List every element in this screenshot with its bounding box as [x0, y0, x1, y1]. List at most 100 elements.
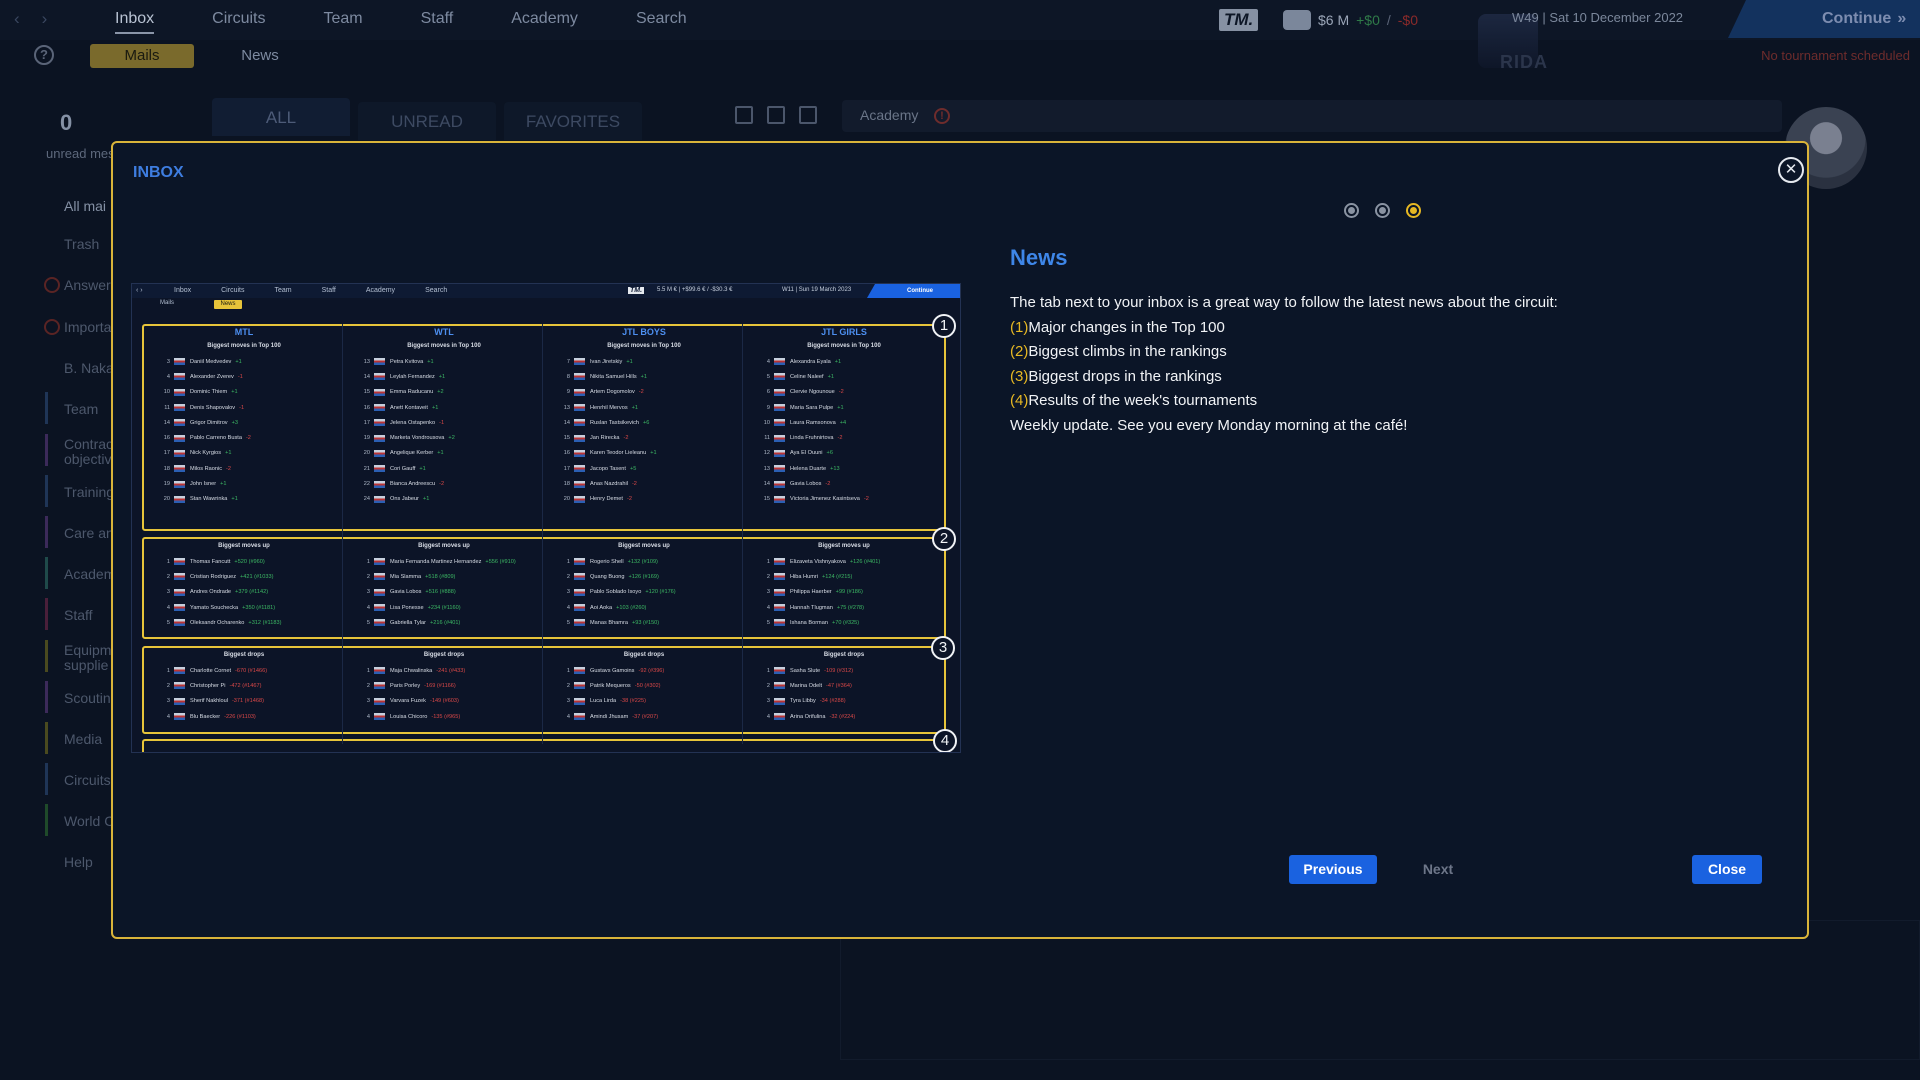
slide-item-3: (3)Biggest drops in the rankings [1010, 365, 1558, 390]
rank-change: +556 (#910) [485, 558, 516, 565]
rank-number: 17 [363, 419, 370, 426]
rank-number: 20 [163, 496, 170, 503]
filter-all[interactable]: ALL [212, 98, 350, 136]
envelope-icon[interactable] [799, 106, 817, 124]
player-name: Gavia Lobos [390, 589, 422, 596]
section-title: Biggest moves up [618, 543, 670, 549]
page-dot-3[interactable] [1406, 203, 1421, 218]
double-chevron-icon: » [1897, 10, 1907, 27]
rank-change: +379 (#1142) [235, 589, 269, 596]
current-date: W49 | Sat 10 December 2022 [1512, 10, 1684, 25]
rank-number: 2 [366, 682, 370, 689]
slide-heading: News [1010, 245, 1068, 270]
ranking-row: 21 Cori Gauff +1 [346, 461, 542, 476]
select-all-checkbox-icon[interactable] [735, 106, 753, 124]
rank-number: 6 [766, 389, 770, 396]
sidebar-item-all-mails[interactable]: All mai [64, 198, 106, 214]
flag-icon [374, 713, 385, 721]
flag-icon [574, 465, 585, 473]
sidebar-item-answer[interactable]: Answer [64, 277, 111, 293]
tab-circuits[interactable]: Circuits [212, 0, 265, 38]
sidebar-item-academy[interactable]: Academ [64, 566, 115, 582]
close-icon[interactable]: ✕ [1778, 157, 1804, 183]
rank-change: +6 [643, 419, 650, 426]
sidebar-item-scouting[interactable]: Scoutin [64, 690, 111, 706]
ranking-column: JTL BOYS Biggest moves in Top 100 7 Ivan Ji… [546, 327, 742, 507]
sidebar-item-person[interactable]: B. Naka [64, 360, 114, 376]
help-icon[interactable]: ? [34, 45, 54, 65]
next-button[interactable]: Next [1413, 855, 1463, 884]
tab-staff[interactable]: Staff [421, 0, 454, 38]
tab-team[interactable]: Team [323, 0, 362, 38]
sidebar-item-staff[interactable]: Staff [64, 607, 93, 623]
sidebar-item-important[interactable]: Importa [64, 319, 111, 335]
flag-icon [774, 388, 785, 396]
highlight-results [142, 739, 946, 752]
rank-number: 4 [766, 604, 770, 611]
sidebar-item-circuits[interactable]: Circuits [64, 772, 111, 788]
mail-row[interactable] [842, 100, 1782, 132]
rank-number: 16 [163, 435, 170, 442]
player-name: Grigor Dimitrov [190, 419, 228, 426]
previous-button[interactable]: Previous [1289, 855, 1377, 884]
sidebar-item-contracts[interactable]: Contrac [64, 436, 113, 452]
flag-icon [574, 604, 585, 612]
money-expense: -$0 [1397, 12, 1418, 28]
player-name: Maria Fernanda Martinez Hernandez [390, 558, 482, 565]
filter-favorites[interactable]: FAVORITES [504, 102, 642, 140]
sidebar-item-team[interactable]: Team [64, 401, 98, 417]
sidebar-item-training[interactable]: Training [64, 484, 114, 500]
back-arrow-icon[interactable]: ‹ [14, 9, 20, 29]
player-name: Elizaveta Vishnyakova [790, 558, 846, 565]
screenshot-news-tab: News [214, 300, 242, 309]
flag-icon [574, 573, 585, 581]
screenshot-tab: Staff [321, 287, 336, 294]
flag-icon [774, 588, 785, 596]
subtab-mails[interactable]: Mails [90, 44, 194, 68]
circuit-heading: JTL GIRLS [821, 327, 867, 337]
player-name: Quang Buong [590, 573, 625, 580]
flag-icon [574, 713, 585, 721]
player-name: Anas Nazdrahil [590, 481, 628, 488]
sidebar-item-trash[interactable]: Trash [64, 236, 99, 252]
filter-unread[interactable]: UNREAD [358, 102, 496, 140]
ranking-row: 20 Angelique Kerber +1 [346, 446, 542, 461]
sidebar-item-equipment[interactable]: Equipm [64, 642, 111, 658]
flag-icon [174, 667, 185, 675]
sidebar-item-help[interactable]: Help [64, 854, 93, 870]
trash-icon[interactable] [767, 106, 785, 124]
finances[interactable]: $6 M +$0 / -$0 [1283, 10, 1418, 30]
rank-number: 1 [766, 667, 770, 674]
sidebar-item-care[interactable]: Care an [64, 525, 114, 541]
player-name: Victoria Jimenez Kasintseva [790, 496, 860, 503]
close-button[interactable]: Close [1692, 855, 1762, 884]
rank-change: -670 (#1466) [235, 667, 268, 674]
rank-change: +1 [235, 358, 242, 365]
player-name: Cori Gauff [390, 465, 416, 472]
flag-icon [774, 619, 785, 627]
screenshot-nav: Inbox Circuits Team Staff Academy Search [174, 287, 447, 294]
ranking-row: 16 Pablo Carreno Busta -2 [146, 430, 342, 445]
ranking-row: 4 Blu Baecker -226 (#1103) [146, 709, 342, 724]
tab-inbox[interactable]: Inbox [115, 0, 155, 38]
flag-icon [374, 573, 385, 581]
tab-search[interactable]: Search [636, 0, 687, 38]
ranking-row: 10 Laura Ramsonova +4 [746, 415, 942, 430]
rank-change: +1 [631, 404, 639, 411]
page-dot-2[interactable] [1375, 203, 1390, 218]
rank-number: 5 [566, 619, 570, 626]
page-dot-1[interactable] [1344, 203, 1359, 218]
flag-icon [174, 604, 185, 612]
rank-change: -2 [863, 496, 869, 503]
rank-number: 11 [764, 435, 770, 442]
sidebar-item-media[interactable]: Media [64, 731, 102, 747]
rank-number: 13 [763, 465, 770, 472]
tab-academy[interactable]: Academy [511, 0, 578, 38]
rank-change: +132 (#109) [627, 558, 658, 565]
forward-arrow-icon[interactable]: › [42, 9, 48, 29]
item-text: Biggest drops in the rankings [1028, 367, 1222, 385]
subtab-news[interactable]: News [230, 44, 290, 68]
sidebar-item-world-cup[interactable]: World C [64, 813, 114, 829]
continue-button[interactable]: Continue » [1728, 0, 1920, 38]
rank-number: 14 [163, 419, 170, 426]
